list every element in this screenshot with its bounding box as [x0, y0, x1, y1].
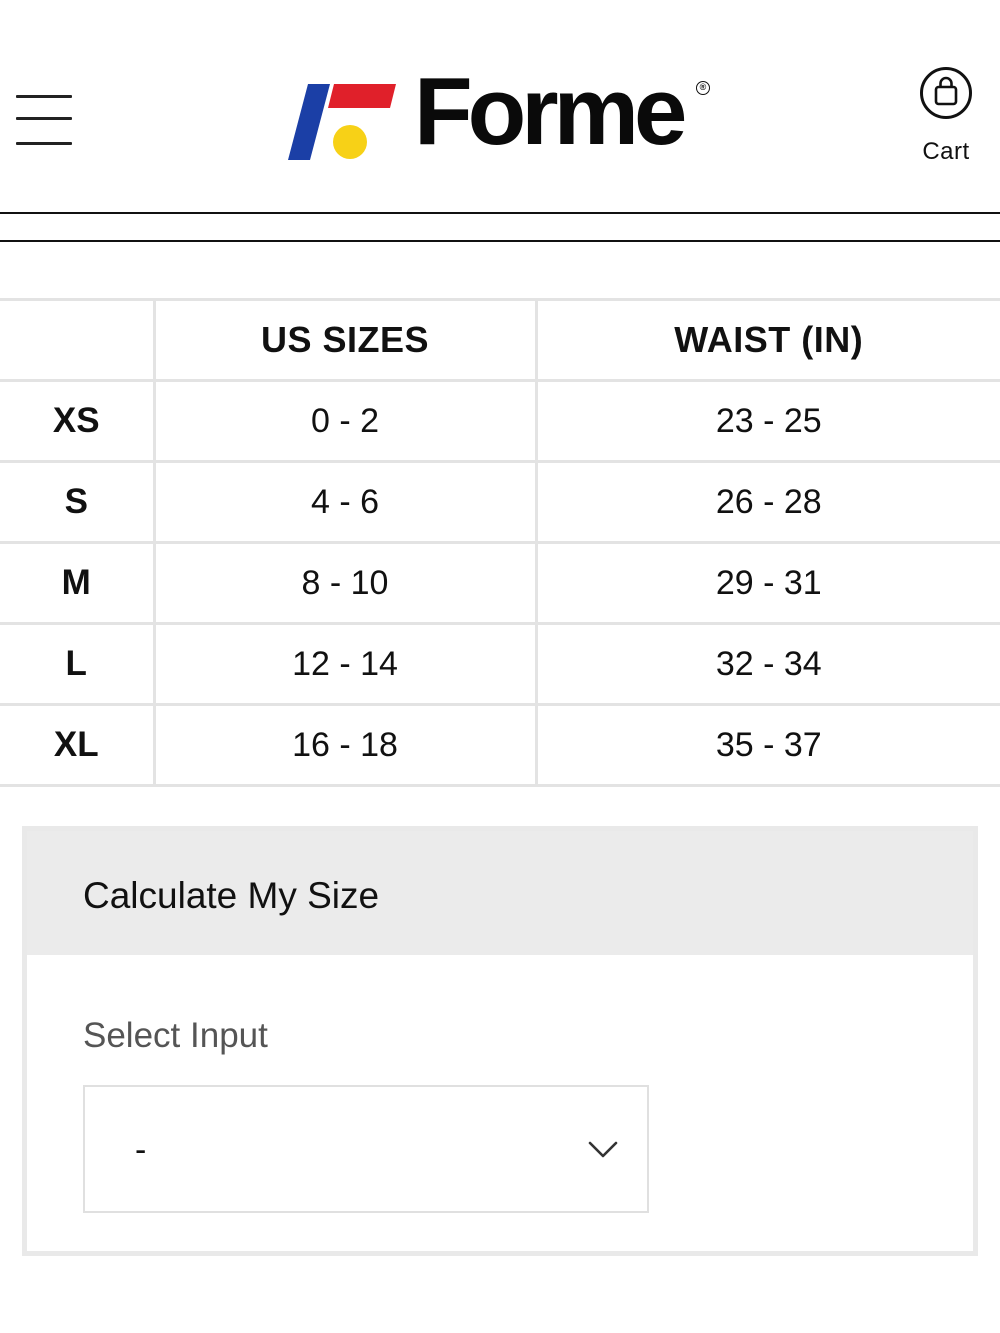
- size-chart-table: US SIZES WAIST (IN) XS 0 - 2 23 - 25 S 4…: [0, 298, 1000, 787]
- size-label: XS: [0, 379, 154, 463]
- header-divider: [0, 212, 1000, 214]
- size-label: M: [0, 541, 154, 625]
- brand-name: Forme: [414, 58, 687, 165]
- table-header-row: US SIZES WAIST (IN): [0, 298, 1000, 382]
- size-label: S: [0, 460, 154, 544]
- chevron-down-icon: [588, 1141, 618, 1158]
- table-row: XS 0 - 2 23 - 25: [0, 379, 1000, 463]
- us-size-cell: 0 - 2: [152, 379, 536, 463]
- forme-logo[interactable]: Forme ®: [288, 64, 718, 166]
- column-header-size: [0, 298, 154, 382]
- select-value: -: [135, 1131, 147, 1169]
- table-row: M 8 - 10 29 - 31: [0, 541, 1000, 625]
- column-header-us-sizes: US SIZES: [152, 298, 536, 382]
- size-label: XL: [0, 703, 154, 787]
- forme-logo-mark: [288, 84, 396, 160]
- column-header-waist: WAIST (IN): [534, 298, 1000, 382]
- size-calculator: Calculate My Size Select Input -: [22, 826, 978, 1256]
- cart-button[interactable]: Cart: [916, 66, 976, 176]
- site-header: Forme ® Cart: [0, 0, 1000, 214]
- us-size-cell: 8 - 10: [152, 541, 536, 625]
- input-select-dropdown[interactable]: -: [83, 1085, 649, 1213]
- table-row: S 4 - 6 26 - 28: [0, 460, 1000, 544]
- waist-cell: 23 - 25: [534, 379, 1000, 463]
- calculator-header: Calculate My Size: [27, 831, 973, 955]
- table-row: XL 16 - 18 35 - 37: [0, 703, 1000, 787]
- waist-cell: 26 - 28: [534, 460, 1000, 544]
- waist-cell: 35 - 37: [534, 703, 1000, 787]
- waist-cell: 29 - 31: [534, 541, 1000, 625]
- shopping-bag-icon: [920, 67, 972, 119]
- section-divider: [0, 240, 1000, 242]
- cart-label: Cart: [922, 138, 970, 165]
- registered-mark: ®: [696, 81, 710, 95]
- hamburger-menu-icon[interactable]: [16, 92, 72, 148]
- us-size-cell: 16 - 18: [152, 703, 536, 787]
- table-row: L 12 - 14 32 - 34: [0, 622, 1000, 706]
- size-guide-page: Forme ® Cart US SIZES WAIST (IN) XS 0 - …: [0, 0, 1000, 1333]
- size-label: L: [0, 622, 154, 706]
- waist-cell: 32 - 34: [534, 622, 1000, 706]
- us-size-cell: 12 - 14: [152, 622, 536, 706]
- us-size-cell: 4 - 6: [152, 460, 536, 544]
- select-input-label: Select Input: [83, 1016, 268, 1055]
- calculator-title: Calculate My Size: [83, 875, 380, 916]
